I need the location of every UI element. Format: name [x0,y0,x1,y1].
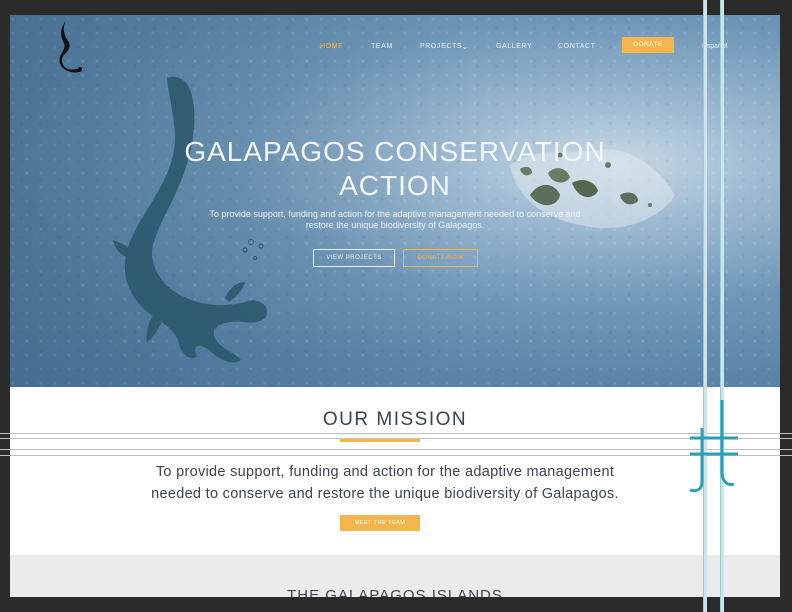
donate-now-button[interactable]: DONATE NOW [403,249,478,267]
mission-text-line2: needed to conserve and restore the uniqu… [151,486,619,502]
islands-title: THE GALAPAGOS ISLANDS [287,587,503,597]
mission-title: OUR MISSION [322,409,468,430]
mission-text-line1: To provide support, funding and action f… [155,464,615,480]
hero-subtitle-line1: To provide support, funding and action f… [209,209,581,219]
meet-the-team-button[interactable]: MEET THE TEAM [340,515,420,531]
mission-section: OUR MISSION To provide support, funding … [10,387,780,555]
browser-viewport: HOME TEAM PROJECTS ⌄ GALLERY CONTACT DON… [10,15,780,597]
chevron-down-icon[interactable]: ⌄ [462,43,468,51]
view-projects-button[interactable]: VIEW PROJECTS [313,249,395,267]
guide-line-1 [0,433,792,434]
nav-item-team[interactable]: TEAM [371,43,393,50]
hero-subtitle-line2: restore the unique biodiversity of Galap… [305,220,485,230]
hero-subtitle: To provide support, funding and action f… [160,209,630,231]
hero-title-line2: ACTION [339,170,451,201]
crossed-lines-mark-icon [689,400,738,493]
guide-vline-1 [703,0,707,612]
guide-vline-2 [720,0,724,612]
nav-item-home[interactable]: HOME [320,43,343,50]
main-nav: HOME TEAM PROJECTS ⌄ GALLERY CONTACT DON… [10,37,780,57]
mission-text: To provide support, funding and action f… [105,461,665,505]
nav-item-contact[interactable]: CONTACT [558,43,596,50]
guide-line-3 [0,449,792,450]
islands-section: THE GALAPAGOS ISLANDS [10,555,780,597]
mission-title-underline [340,439,420,442]
hero-title: GALAPAGOS CONSERVATION ACTION [10,135,780,203]
nav-item-gallery[interactable]: GALLERY [496,43,532,50]
guide-line-4 [0,455,792,456]
hero-title-line1: GALAPAGOS CONSERVATION [184,136,606,167]
hero-section: HOME TEAM PROJECTS ⌄ GALLERY CONTACT DON… [10,15,780,387]
donate-button[interactable]: DONATE [622,37,674,53]
guide-line-2 [0,438,792,439]
nav-item-projects[interactable]: PROJECTS [420,43,462,50]
